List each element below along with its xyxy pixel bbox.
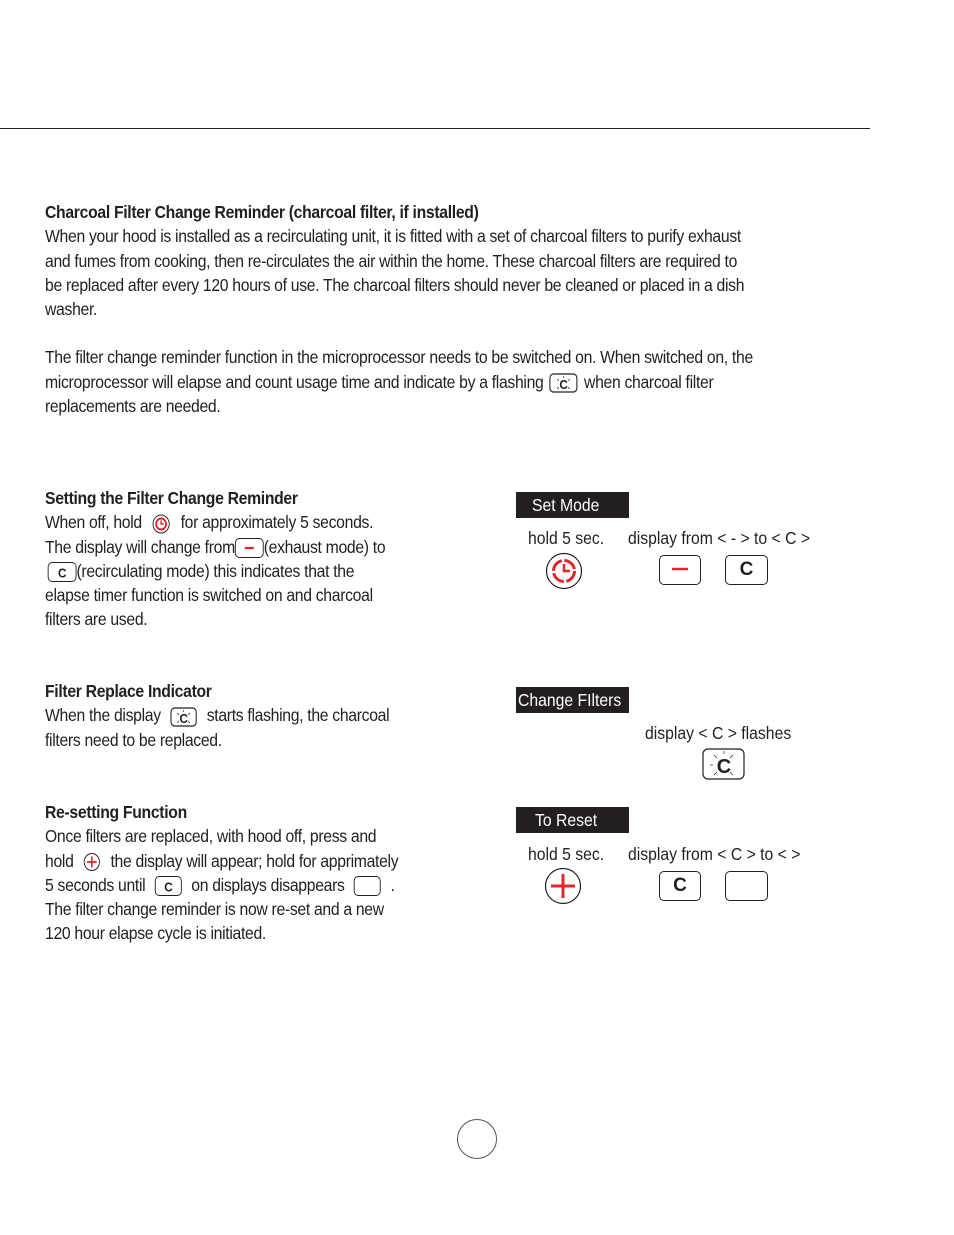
set-mode-display-from [659, 555, 701, 585]
change-filters-tag: Change FIlters [516, 687, 629, 713]
svg-text:C: C [560, 378, 569, 393]
reset-line: The filter change reminder is now re-set… [45, 899, 384, 920]
reset-text: on displays disappears [191, 874, 345, 895]
reset-display-to [725, 871, 768, 901]
reset-text: . [390, 874, 395, 895]
setting-line: C (recirculating mode) this indicates th… [45, 559, 385, 583]
timer-button [545, 552, 583, 590]
svg-text:C: C [164, 880, 173, 895]
replace-line: filters need to be replaced. [45, 729, 222, 750]
svg-text:C: C [180, 711, 189, 726]
to-reset-tag: To Reset [516, 807, 629, 833]
reset-display-from: C [659, 871, 701, 901]
reset-line: Once filters are replaced, with hood off… [45, 826, 377, 847]
c-display-icon: C [154, 876, 182, 897]
replace-section: Filter Replace Indicator When the displa… [45, 679, 390, 752]
setting-text: (recirculating mode) this indicates that… [76, 560, 355, 581]
set-mode-display-to: C [725, 555, 768, 585]
replace-line: When the display C starts flashing, the … [45, 703, 390, 727]
intro-p2-line: The filter change reminder function in t… [45, 347, 753, 368]
reset-text: hold [45, 850, 74, 871]
setting-line: elapse timer function is switched on and… [45, 585, 373, 606]
plus-button-icon [83, 852, 101, 872]
setting-text: The display will change from [45, 536, 235, 557]
svg-text:C: C [58, 566, 67, 581]
setting-line: filters are used. [45, 609, 148, 630]
intro-line: be replaced after every 120 hours of use… [45, 274, 745, 295]
reset-line: 5 seconds until C on displays disappears… [45, 873, 398, 897]
intro-p2-line: replacements are needed. [45, 396, 221, 417]
intro-title: Charcoal Filter Change Reminder (charcoa… [45, 202, 479, 222]
replace-title: Filter Replace Indicator [45, 681, 212, 701]
flashing-c-display: C [702, 748, 745, 780]
intro-line: and fumes from cooking, then re-circulat… [45, 250, 738, 271]
set-mode-hold-caption: hold 5 sec. [528, 528, 605, 548]
intro-line: washer. [45, 299, 98, 320]
flashing-c-display-icon: C [170, 707, 197, 727]
intro-section: Charcoal Filter Change Reminder (charcoa… [45, 200, 753, 418]
plus-button [544, 867, 582, 905]
setting-text: (exhaust mode) to [263, 536, 386, 557]
flashing-c-display-icon: C [549, 373, 578, 393]
reset-hold-caption: hold 5 sec. [528, 844, 605, 864]
timer-icon-hands [562, 564, 570, 573]
setting-text: for approximately 5 seconds. [180, 512, 374, 533]
replace-text: starts flashing, the charcoal [206, 705, 390, 726]
setting-line: The display will change from (exhaust mo… [45, 535, 386, 559]
exhaust-mode-display-icon [234, 537, 264, 558]
reset-display-caption: display from < C > to < > [628, 844, 801, 864]
change-filters-display-caption: display < C > flashes [645, 723, 792, 743]
recirculating-mode-display-icon: C [47, 562, 77, 583]
intro-p2-line: microprocessor will elapse and count usa… [45, 370, 753, 394]
intro-p2-text: microprocessor will elapse and count usa… [45, 371, 544, 392]
reset-text: 5 seconds until [45, 874, 146, 895]
setting-title: Setting the Filter Change Reminder [45, 488, 298, 508]
reset-text: the display will appear; hold for apprim… [110, 850, 399, 871]
plus-icon [551, 874, 575, 898]
reset-section: Re-setting Function Once filters are rep… [45, 800, 399, 946]
intro-p2-text: when charcoal filter [584, 371, 714, 392]
set-mode-tag: Set Mode [516, 492, 629, 518]
timer-button-icon [151, 514, 171, 534]
reset-line: 120 hour elapse cycle is initiated. [45, 923, 266, 944]
reset-line: hold the display will appear; hold for a… [45, 849, 399, 873]
page-number-circle [457, 1119, 497, 1159]
set-mode-display-caption: display from < - > to < C > [628, 528, 811, 548]
flashing-c-glyph: C [717, 756, 731, 778]
intro-line: When your hood is installed as a recircu… [45, 226, 741, 247]
header-rule [0, 128, 870, 129]
reset-title: Re-setting Function [45, 802, 187, 822]
setting-text: When off, hold [45, 512, 142, 533]
blank-display-icon [354, 876, 382, 897]
replace-text: When the display [45, 705, 161, 726]
setting-section: Setting the Filter Change Reminder When … [45, 486, 386, 632]
setting-line: When off, hold for approximately 5 secon… [45, 510, 385, 534]
